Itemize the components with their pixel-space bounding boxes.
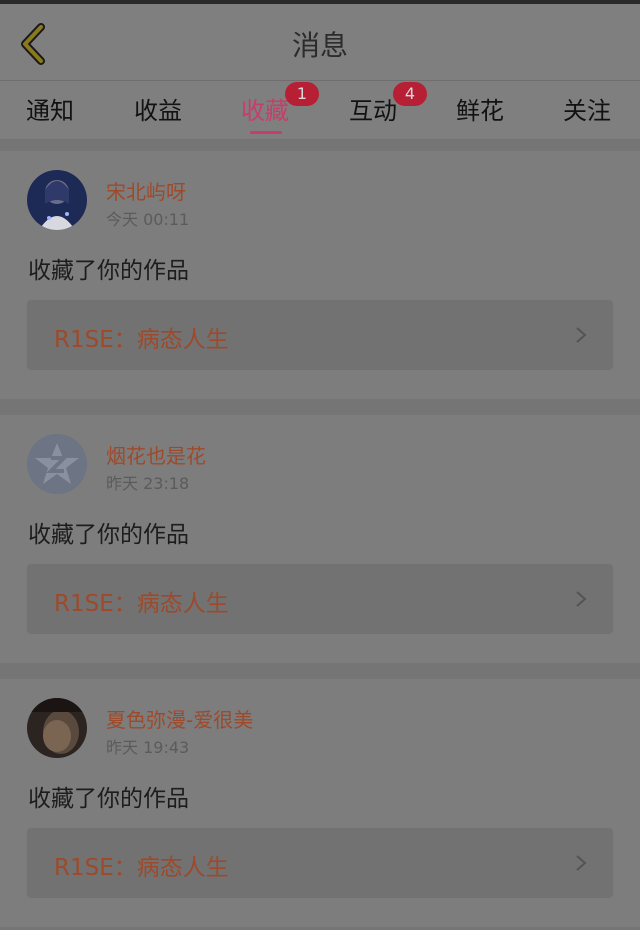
tab-flowers[interactable]: 鲜花 — [456, 91, 504, 126]
unread-badge: 1 — [285, 82, 319, 106]
default-star-avatar-icon — [27, 434, 87, 494]
tab-label: 互动 — [349, 97, 397, 125]
active-tab-indicator — [250, 131, 282, 134]
notification-card: 宋北屿呀 今天 00:11 收藏了你的作品 R1SE：病态人生 — [0, 151, 640, 399]
work-link[interactable]: R1SE：病态人生 — [27, 564, 613, 634]
chevron-right-icon — [576, 855, 587, 871]
tab-label: 关注 — [563, 97, 611, 125]
work-link[interactable]: R1SE：病态人生 — [27, 300, 613, 370]
timestamp: 今天 00:11 — [106, 210, 190, 229]
tab-favorites[interactable]: 收藏 1 — [241, 82, 319, 126]
tab-label: 鲜花 — [456, 97, 504, 125]
avatar[interactable] — [27, 170, 87, 230]
avatar[interactable] — [27, 434, 87, 494]
work-title: R1SE：病态人生 — [54, 855, 229, 881]
work-link[interactable]: R1SE：病态人生 — [27, 828, 613, 898]
tab-earnings[interactable]: 收益 — [134, 91, 182, 126]
action-text: 收藏了你的作品 — [28, 258, 189, 284]
chevron-right-icon — [576, 591, 587, 607]
username[interactable]: 烟花也是花 — [106, 440, 206, 469]
tab-label: 收藏 — [241, 97, 289, 125]
tab-label: 收益 — [134, 97, 182, 125]
notification-list[interactable]: 宋北屿呀 今天 00:11 收藏了你的作品 R1SE：病态人生 烟花也是花 昨天… — [0, 140, 640, 930]
chevron-right-icon — [576, 327, 587, 343]
photo-avatar-icon — [27, 170, 87, 230]
timestamp: 昨天 23:18 — [106, 474, 190, 493]
timestamp: 昨天 19:43 — [106, 738, 190, 757]
action-text: 收藏了你的作品 — [28, 522, 189, 548]
action-text: 收藏了你的作品 — [28, 786, 189, 812]
username[interactable]: 夏色弥漫-爱很美 — [106, 704, 253, 733]
username[interactable]: 宋北屿呀 — [106, 176, 186, 205]
photo-avatar-icon — [27, 698, 87, 758]
tab-label: 通知 — [26, 97, 74, 125]
tab-bar: 通知 收益 收藏 1 互动 4 鲜花 关注 — [0, 81, 640, 140]
avatar[interactable] — [27, 698, 87, 758]
work-title: R1SE：病态人生 — [54, 327, 229, 353]
notification-card: 夏色弥漫-爱很美 昨天 19:43 收藏了你的作品 R1SE：病态人生 — [0, 679, 640, 927]
tab-interaction[interactable]: 互动 4 — [349, 82, 427, 126]
tab-follow[interactable]: 关注 — [563, 91, 611, 126]
work-title: R1SE：病态人生 — [54, 591, 229, 617]
tab-notice[interactable]: 通知 — [26, 91, 74, 126]
unread-badge: 4 — [393, 82, 427, 106]
page-title: 消息 — [291, 29, 348, 62]
header-bar: 消息 — [0, 4, 640, 81]
notification-card: 烟花也是花 昨天 23:18 收藏了你的作品 R1SE：病态人生 — [0, 415, 640, 663]
